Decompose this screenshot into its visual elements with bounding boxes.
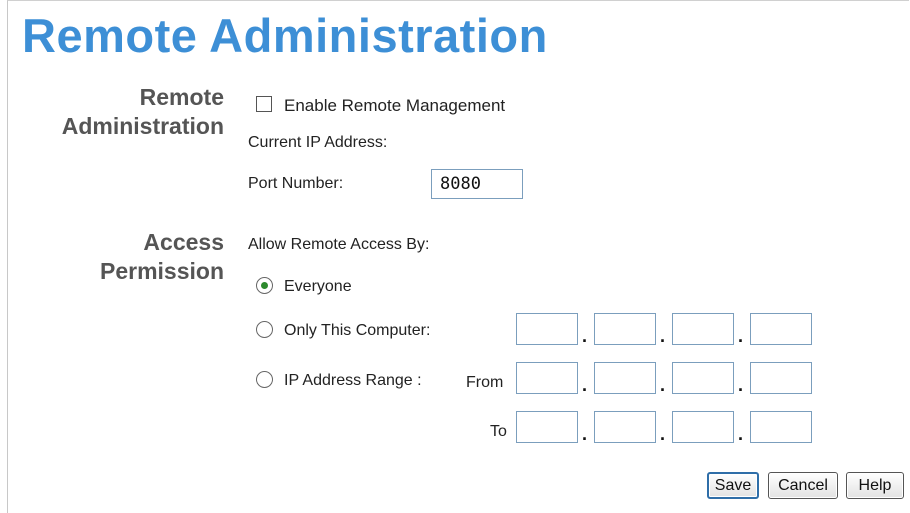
help-button[interactable]: Help (846, 472, 904, 499)
ip-dot: . (660, 326, 666, 346)
save-button[interactable]: Save (707, 472, 759, 499)
only-ip-octet-2[interactable] (594, 313, 656, 345)
range-from-octet-2[interactable] (594, 362, 656, 394)
only-ip-octet-4[interactable] (750, 313, 812, 345)
everyone-label: Everyone (284, 278, 352, 295)
access-permission-section-label: Access Permission (100, 228, 224, 286)
range-from-octet-1[interactable] (516, 362, 578, 394)
range-to-octet-1[interactable] (516, 411, 578, 443)
ip-dot: . (660, 375, 666, 395)
allow-remote-access-label: Allow Remote Access By: (248, 236, 430, 253)
section-label-line1: Access (143, 229, 224, 255)
ip-dot: . (738, 375, 744, 395)
ip-address-range-radio[interactable] (256, 371, 273, 388)
section-label-line2: Administration (61, 113, 224, 139)
enable-remote-management-label: Enable Remote Management (284, 96, 506, 115)
ip-dot: . (582, 326, 588, 346)
ip-dot: . (582, 375, 588, 395)
ip-dot: . (660, 424, 666, 444)
page-title: Remote Administration (22, 9, 548, 62)
range-to-octet-2[interactable] (594, 411, 656, 443)
only-this-computer-radio[interactable] (256, 321, 273, 338)
ip-dot: . (582, 424, 588, 444)
ip-address-range-label: IP Address Range : (284, 372, 422, 389)
range-to-label: To (490, 423, 507, 440)
enable-remote-management-checkbox[interactable] (256, 96, 272, 112)
range-from-octet-4[interactable] (750, 362, 812, 394)
everyone-radio[interactable] (256, 277, 273, 294)
range-to-octet-3[interactable] (672, 411, 734, 443)
section-label-line1: Remote (139, 84, 224, 110)
remote-admin-section-label: Remote Administration (62, 83, 224, 141)
range-from-octet-3[interactable] (672, 362, 734, 394)
port-number-label: Port Number: (248, 175, 344, 192)
range-from-label: From (466, 374, 504, 391)
section-label-line2: Permission (100, 258, 224, 284)
cancel-button[interactable]: Cancel (768, 472, 838, 499)
port-number-input[interactable]: 8080 (431, 169, 523, 199)
ip-dot: . (738, 326, 744, 346)
only-ip-octet-1[interactable] (516, 313, 578, 345)
only-this-computer-label: Only This Computer: (284, 322, 431, 339)
range-to-octet-4[interactable] (750, 411, 812, 443)
current-ip-label: Current IP Address: (248, 134, 388, 151)
only-ip-octet-3[interactable] (672, 313, 734, 345)
ip-dot: . (738, 424, 744, 444)
